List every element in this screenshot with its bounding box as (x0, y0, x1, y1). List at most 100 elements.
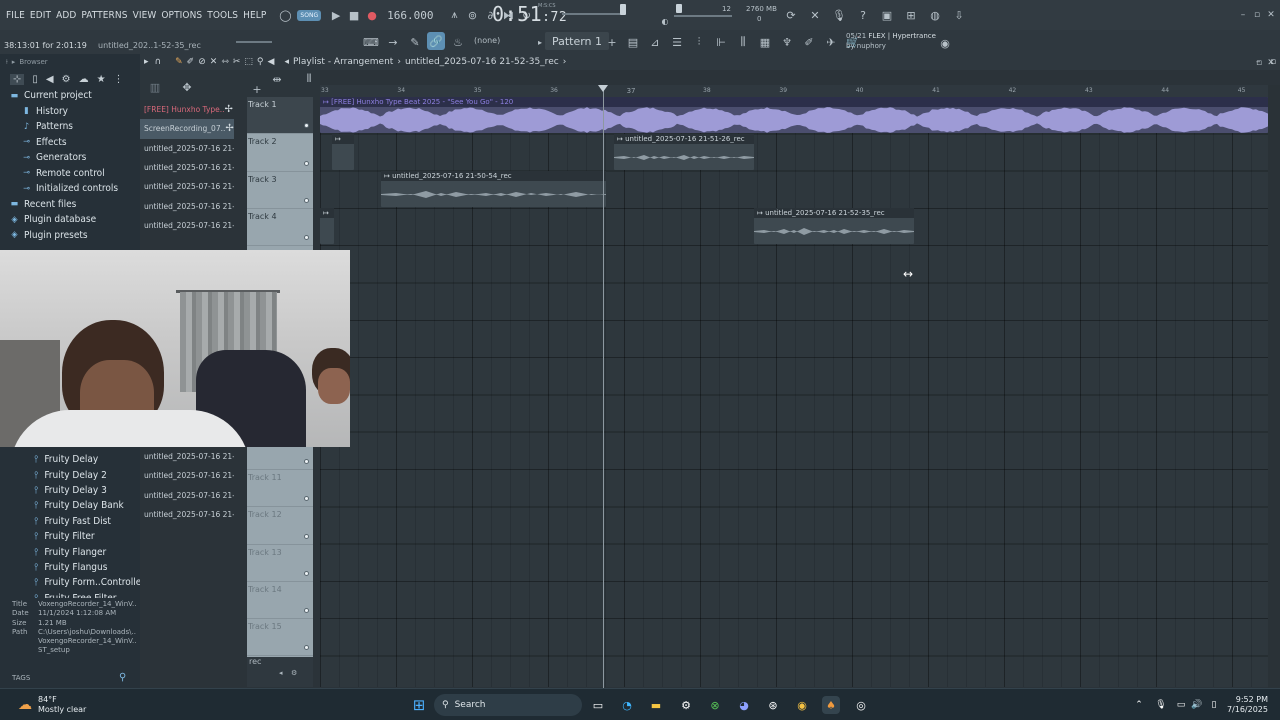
arrow-icon[interactable]: ▸ (12, 58, 16, 66)
browser-tree-item[interactable]: ▮ History (10, 104, 140, 120)
news-panel[interactable]: 05/21 FLEX | Hypertrance by nuphory (846, 31, 936, 51)
track-header[interactable]: Track 14 (247, 582, 313, 620)
audio-clip-track2-small[interactable]: ↦ (332, 134, 354, 170)
track-header[interactable]: Track 15 (247, 619, 313, 657)
track-mute-led[interactable] (304, 197, 309, 203)
playhead-marker[interactable] (598, 85, 608, 92)
playlist-vertical-scrollbar[interactable] (1268, 85, 1280, 688)
midi-input-select[interactable]: (none) (474, 36, 500, 45)
taskbar-clock[interactable]: 9:52 PM 7/16/2025 (1227, 695, 1268, 715)
discord-icon[interactable]: ◕ (735, 696, 753, 714)
fl-studio-icon[interactable]: ♠ (822, 696, 840, 714)
task-view-icon[interactable]: ▭ (589, 696, 607, 714)
master-pitch-knob[interactable] (676, 4, 682, 13)
keyboard-icon[interactable]: ⌨ (362, 33, 380, 51)
plugin-item[interactable]: ⫯ Fruity Flangus (0, 560, 140, 575)
more-icon[interactable]: ⋮ (114, 74, 124, 85)
slip-tool-icon[interactable]: ⇿ (221, 57, 229, 67)
snap-slider[interactable] (236, 41, 272, 43)
tag-search-icon[interactable]: ⚲ (119, 672, 126, 683)
track-header[interactable]: Track 11 (247, 470, 313, 508)
track-header[interactable]: Track 12 (247, 507, 313, 545)
bell-icon[interactable]: ♨ (449, 33, 467, 51)
clip-source-item[interactable]: [FREE] Hunxho Type.. ✢ (140, 100, 234, 119)
speaker-icon[interactable]: ◀ (46, 74, 54, 85)
browser-tree-item[interactable]: ♪ Patterns (10, 119, 140, 135)
picker-move-icon[interactable]: ✥ (178, 78, 196, 96)
track-header[interactable]: Track 13 (247, 545, 313, 582)
tray-mic-icon[interactable]: 🎙 (1152, 696, 1170, 714)
loop-record-icon[interactable]: ⊚ (463, 6, 481, 24)
plugin-item[interactable]: ⫯ Fruity Free Filter (0, 591, 140, 598)
cloud-icon[interactable]: ☁ (79, 74, 89, 85)
draw-tool-icon[interactable]: ✎ (175, 57, 183, 67)
master-pitch-icon[interactable]: ◐ (656, 12, 674, 30)
tray-battery-icon[interactable]: ▯ (1205, 696, 1223, 714)
add-pattern-icon[interactable]: + (603, 33, 621, 51)
clip-source-item[interactable]: untitled_2025-07-16 21-.. (140, 486, 234, 505)
add-track-icon[interactable]: + (248, 80, 266, 98)
playback-tool-icon[interactable]: ◀ (268, 57, 275, 67)
clip-add-icon[interactable]: ✢ (225, 104, 233, 115)
plugin-item[interactable]: ⫯ Fruity Delay 2 (0, 467, 140, 482)
plugin-item[interactable]: ⫯ Fruity Delay 3 (0, 483, 140, 498)
settings-icon[interactable]: ⚙ (62, 74, 71, 85)
browser-tree-item[interactable]: ▬ Current project (10, 88, 140, 104)
plugin-item[interactable]: ⫯ Fruity Form..Controller (0, 575, 140, 590)
track-header[interactable]: Track 2 (247, 134, 313, 172)
menu-add[interactable]: ADD (56, 10, 76, 21)
play-icon[interactable]: ▶ (327, 6, 345, 24)
chat-icon[interactable]: ◍ (926, 6, 944, 24)
clip-source-item[interactable]: untitled_2025-07-16 21-.. (140, 466, 234, 485)
track-mute-led[interactable] (304, 533, 309, 539)
master-pitch-track[interactable] (674, 15, 732, 17)
track-mute-led[interactable] (304, 570, 309, 576)
paint-tool-icon[interactable]: ✐ (187, 57, 195, 67)
edge-icon[interactable]: ◔ (618, 696, 636, 714)
recorder-app-icon[interactable]: ◎ (852, 696, 870, 714)
track-header[interactable]: Track 3 (247, 172, 313, 209)
taskbar-search[interactable]: ⚲ Search (434, 694, 582, 716)
pen-icon[interactable]: ✎ (406, 33, 424, 51)
chrome-icon[interactable]: ◉ (793, 696, 811, 714)
start-icon[interactable]: ⊞ (410, 696, 428, 714)
file-explorer-icon[interactable]: ▬ (647, 696, 665, 714)
close-window-icon[interactable]: ✕ (1262, 6, 1280, 24)
menu-help[interactable]: HELP (243, 10, 266, 21)
hint-ring-icon[interactable]: ◯ (276, 6, 294, 24)
timeline-ruler[interactable]: 33 34 35 36 37 38 39 40 41 42 43 44 45 (320, 85, 1268, 97)
steam-icon[interactable]: ⊛ (764, 696, 782, 714)
record-icon[interactable]: ● (363, 6, 381, 24)
sheet-icon[interactable]: ▦ (756, 33, 774, 51)
track-mute-led[interactable] (304, 608, 309, 614)
browser-tree-item[interactable]: ⊸ Remote control (10, 166, 140, 182)
link-icon[interactable]: 🔗 (427, 32, 445, 50)
pattern-selector[interactable]: Pattern 1 (545, 32, 609, 50)
rec-options-icon[interactable]: ⚙ (291, 669, 297, 677)
browser-tree-icon[interactable]: ⊩ (712, 33, 730, 51)
globe-icon[interactable]: ◉ (936, 34, 954, 52)
audio-clip-track4-small[interactable]: ↦ (320, 208, 334, 244)
track-header[interactable]: Track 1 (247, 97, 313, 135)
menu-tools[interactable]: TOOLS (207, 10, 238, 21)
playlist-close-x-icon[interactable]: ✕ (1262, 54, 1280, 72)
file-icon[interactable]: ▯ (32, 74, 38, 85)
track-mute-led[interactable] (304, 458, 309, 464)
browser-tree-item[interactable]: ⊸ Effects (10, 135, 140, 151)
clip-source-item[interactable]: untitled_2025-07-16 21-.. (140, 447, 234, 466)
piano-roll-icon[interactable]: ⊿ (646, 33, 664, 51)
plugin-icon[interactable]: ♆ (778, 33, 796, 51)
clip-source-item[interactable]: untitled_2025-07-16 21-.. (140, 505, 234, 524)
microphone-icon[interactable]: 🎙 (830, 6, 848, 24)
clip-source-item[interactable]: untitled_2025-07-16 21-.. (140, 216, 234, 235)
stop-icon[interactable]: ■ (345, 6, 363, 24)
menu-view[interactable]: VIEW (133, 10, 157, 21)
track-mute-led[interactable] (304, 160, 309, 166)
download-icon[interactable]: ⇩ (950, 6, 968, 24)
track-mode-icon[interactable]: ⫴ (300, 70, 318, 88)
brush-icon[interactable]: ✐ (800, 33, 818, 51)
settings-app-icon[interactable]: ⚙ (677, 696, 695, 714)
delete-tool-icon[interactable]: ⊘ (198, 57, 206, 67)
clip-source-item[interactable]: untitled_2025-07-16 21-.. (140, 158, 234, 177)
playlist-play-icon[interactable]: ▸ (144, 57, 149, 67)
